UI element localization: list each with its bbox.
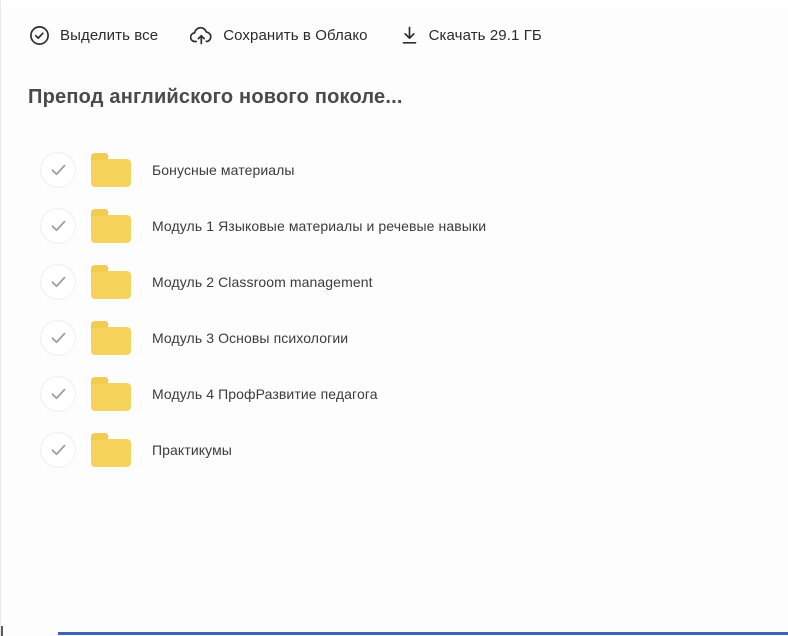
- cloud-upload-icon: [190, 25, 213, 46]
- toolbar: Выделить все Сохранить в Облако Скачать …: [29, 22, 542, 48]
- row-checkbox[interactable]: [40, 208, 76, 244]
- folder-icon: [91, 153, 131, 187]
- folder-name[interactable]: Модуль 3 Основы психологии: [152, 330, 348, 346]
- folder-row[interactable]: Практикумы: [1, 422, 788, 478]
- download-label: Скачать 29.1 ГБ: [429, 27, 542, 44]
- folder-icon: [91, 433, 131, 467]
- top-strip: [1, 0, 788, 8]
- folder-name[interactable]: Модуль 4 ПрофРазвитие педагога: [152, 386, 378, 402]
- folder-icon: [91, 377, 131, 411]
- folder-row[interactable]: Модуль 3 Основы психологии: [1, 310, 788, 366]
- folder-name[interactable]: Бонусные материалы: [152, 162, 295, 178]
- folder-row[interactable]: Модуль 1 Языковые материалы и речевые на…: [1, 198, 788, 254]
- row-checkbox[interactable]: [40, 432, 76, 468]
- row-checkbox[interactable]: [40, 376, 76, 412]
- page-title: Препод английского нового поколе...: [28, 86, 403, 109]
- checkmark-icon: [51, 220, 66, 232]
- folder-name[interactable]: Практикумы: [152, 442, 232, 458]
- select-all-label: Выделить все: [60, 27, 158, 44]
- checkmark-icon: [51, 164, 66, 176]
- row-checkbox[interactable]: [40, 320, 76, 356]
- checkmark-icon: [51, 444, 66, 456]
- folder-row[interactable]: Модуль 4 ПрофРазвитие педагога: [1, 366, 788, 422]
- folder-row[interactable]: Модуль 2 Classroom management: [1, 254, 788, 310]
- check-circle-icon: [29, 25, 50, 46]
- download-icon: [400, 25, 419, 46]
- folder-icon: [91, 321, 131, 355]
- bottom-accent-line: [58, 632, 788, 635]
- save-to-cloud-button[interactable]: Сохранить в Облако: [190, 25, 367, 46]
- folder-row[interactable]: Бонусные материалы: [1, 142, 788, 198]
- cloud-file-listing-page: Выделить все Сохранить в Облако Скачать …: [0, 0, 788, 636]
- download-button[interactable]: Скачать 29.1 ГБ: [400, 25, 542, 46]
- checkmark-icon: [51, 388, 66, 400]
- checkmark-icon: [51, 276, 66, 288]
- folder-name[interactable]: Модуль 1 Языковые материалы и речевые на…: [152, 218, 486, 234]
- row-checkbox[interactable]: [40, 152, 76, 188]
- folder-icon: [91, 209, 131, 243]
- select-all-button[interactable]: Выделить все: [29, 25, 158, 46]
- folder-icon: [91, 265, 131, 299]
- folder-name[interactable]: Модуль 2 Classroom management: [152, 274, 373, 290]
- save-to-cloud-label: Сохранить в Облако: [223, 27, 367, 44]
- folder-list: Бонусные материалы Модуль 1 Языковые мат…: [1, 142, 788, 478]
- checkmark-icon: [51, 332, 66, 344]
- left-edge-notch: [1, 626, 3, 636]
- row-checkbox[interactable]: [40, 264, 76, 300]
